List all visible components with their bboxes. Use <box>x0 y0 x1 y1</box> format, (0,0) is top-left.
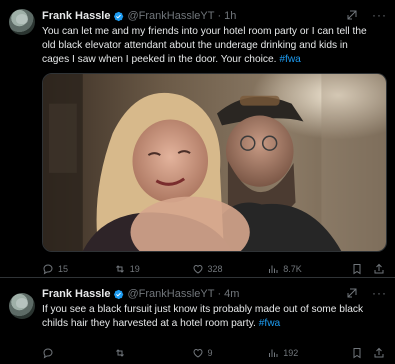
like-button[interactable]: 328 <box>192 263 268 275</box>
hashtag-link[interactable]: #fwa <box>259 318 281 329</box>
repost-icon <box>115 349 124 357</box>
like-icon <box>193 348 203 358</box>
reply-icon <box>43 264 53 275</box>
like-button[interactable]: 9 <box>192 347 268 359</box>
tweet-media-photo[interactable] <box>42 73 387 252</box>
hashtag-link[interactable]: #fwa <box>279 54 301 65</box>
share-icon[interactable] <box>373 263 385 275</box>
repost-icon <box>115 265 124 273</box>
tweet-actions: 9 192 <box>42 343 385 363</box>
reply-count: 15 <box>58 264 69 274</box>
reply-button[interactable] <box>42 347 114 359</box>
views-button[interactable]: 8.7K <box>267 263 351 275</box>
reply-icon <box>43 348 53 359</box>
handle[interactable]: @FrankHassleYT <box>127 10 214 22</box>
bookmark-icon[interactable] <box>351 347 363 359</box>
repost-count: 19 <box>129 264 140 274</box>
tweet-text: If you see a black fursuit just know its… <box>42 303 385 331</box>
verified-badge-icon[interactable] <box>113 289 124 300</box>
timestamp[interactable]: 4m <box>224 288 239 300</box>
tweet-body: If you see a black fursuit just know its… <box>42 304 364 329</box>
verified-badge-icon[interactable] <box>113 11 124 22</box>
tweet-body: You can let me and my friends into your … <box>42 26 367 65</box>
like-count: 9 <box>207 348 213 358</box>
tweet[interactable]: Frank Hassle @FrankHassleYT · 4m ··· If … <box>0 278 395 363</box>
handle[interactable]: @FrankHassleYT <box>127 288 214 300</box>
timestamp[interactable]: 1h <box>224 10 236 22</box>
separator: · <box>217 288 222 300</box>
views-button[interactable]: 192 <box>267 347 351 359</box>
tweet-actions: 15 19 328 8.7K <box>42 259 385 279</box>
more-icon[interactable]: ··· <box>372 287 387 299</box>
tweet[interactable]: Frank Hassle @FrankHassleYT · 1h ··· You… <box>0 0 395 278</box>
more-icon[interactable]: ··· <box>372 9 387 21</box>
views-icon <box>269 265 278 273</box>
reply-button[interactable]: 15 <box>42 263 114 275</box>
grok-icon[interactable] <box>346 287 358 299</box>
tweet-text: You can let me and my friends into your … <box>42 25 385 67</box>
avatar[interactable] <box>9 293 35 319</box>
bookmark-icon[interactable] <box>351 263 363 275</box>
views-count: 192 <box>283 348 299 358</box>
views-count: 8.7K <box>283 264 302 274</box>
like-count: 328 <box>207 264 223 274</box>
grok-icon[interactable] <box>346 9 358 21</box>
tweet-header: Frank Hassle @FrankHassleYT · 4m <box>42 286 385 302</box>
share-icon[interactable] <box>373 347 385 359</box>
separator: · <box>217 10 222 22</box>
views-icon <box>269 349 278 357</box>
photo-image <box>43 74 386 251</box>
repost-button[interactable]: 19 <box>114 263 192 275</box>
avatar[interactable] <box>9 9 35 35</box>
display-name[interactable]: Frank Hassle <box>42 288 110 300</box>
tweet-header: Frank Hassle @FrankHassleYT · 1h <box>42 8 385 24</box>
display-name[interactable]: Frank Hassle <box>42 10 110 22</box>
like-icon <box>193 264 203 274</box>
repost-button[interactable] <box>114 347 192 359</box>
